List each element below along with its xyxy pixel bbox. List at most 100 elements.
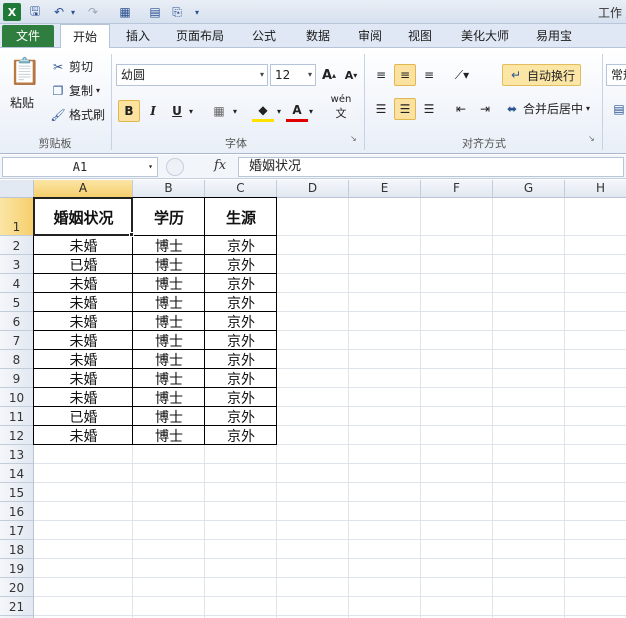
currency-icon[interactable]: ▤ bbox=[608, 98, 626, 120]
align-center-icon[interactable]: ☰ bbox=[394, 98, 416, 120]
table-cell[interactable]: 京外 bbox=[205, 369, 277, 388]
underline-button[interactable]: U bbox=[166, 100, 188, 122]
table-cell[interactable]: 京外 bbox=[205, 350, 277, 369]
border-icon[interactable]: ▦ bbox=[208, 100, 230, 122]
row-header-11[interactable]: 11 bbox=[0, 407, 34, 426]
row-header-21[interactable]: 21 bbox=[0, 597, 34, 616]
row-header-2[interactable]: 2 bbox=[0, 236, 34, 255]
column-header-g[interactable]: G bbox=[493, 180, 565, 198]
row-header-3[interactable]: 3 bbox=[0, 255, 34, 274]
formula-input[interactable]: 婚姻状况 bbox=[238, 157, 624, 177]
worksheet-grid[interactable]: A B C D E F G H 1 2 3 4 5 6 7 8 9 10 11 12 13 14 15 16 17 18 19 20 2… bbox=[0, 180, 626, 618]
dialog-launcher-icon[interactable]: ↘ bbox=[350, 134, 357, 143]
dialog-launcher-icon[interactable]: ↘ bbox=[588, 134, 595, 143]
font-name-select[interactable]: 幼圆 ▾ bbox=[116, 64, 268, 86]
font-color-icon[interactable]: A bbox=[286, 100, 308, 122]
table-cell[interactable]: 博士 bbox=[133, 293, 205, 312]
format-painter-button[interactable]: 🖌 格式刷 bbox=[50, 106, 105, 123]
table-cell[interactable]: 未婚 bbox=[34, 388, 133, 407]
row-header-15[interactable]: 15 bbox=[0, 483, 34, 502]
calculator-icon[interactable]: ▤ bbox=[146, 3, 164, 21]
row-header-7[interactable]: 7 bbox=[0, 331, 34, 350]
table-cell[interactable]: 博士 bbox=[133, 331, 205, 350]
grow-font-button[interactable]: A ▴ bbox=[318, 64, 340, 86]
row-header-14[interactable]: 14 bbox=[0, 464, 34, 483]
table-cell[interactable]: 未婚 bbox=[34, 236, 133, 255]
table-cell[interactable]: 未婚 bbox=[34, 369, 133, 388]
column-header-e[interactable]: E bbox=[349, 180, 421, 198]
excel-app-icon[interactable]: X bbox=[3, 3, 21, 21]
row-header-6[interactable]: 6 bbox=[0, 312, 34, 331]
table-cell[interactable]: 已婚 bbox=[34, 407, 133, 426]
tab-beautify[interactable]: 美化大师 bbox=[452, 24, 518, 48]
customize-qa-icon[interactable]: ▾ bbox=[192, 3, 202, 21]
table-cell[interactable]: 博士 bbox=[133, 426, 205, 445]
wrap-text-button[interactable]: ↵ 自动换行 bbox=[502, 64, 582, 86]
table-cell[interactable]: 未婚 bbox=[34, 350, 133, 369]
tab-page-layout[interactable]: 页面布局 bbox=[168, 24, 232, 48]
column-header-f[interactable]: F bbox=[421, 180, 493, 198]
increase-indent-icon[interactable]: ⇥ bbox=[474, 98, 496, 120]
table-cell[interactable]: 未婚 bbox=[34, 426, 133, 445]
merge-center-button[interactable]: ⬌ 合并后居中 ▾ bbox=[504, 100, 590, 117]
table-cell[interactable]: 京外 bbox=[205, 388, 277, 407]
tab-data[interactable]: 数据 bbox=[296, 24, 340, 48]
align-middle-icon[interactable]: ≡ bbox=[394, 64, 416, 86]
font-size-select[interactable]: 12 ▾ bbox=[270, 64, 316, 86]
align-left-icon[interactable]: ☰ bbox=[370, 98, 392, 120]
row-header-20[interactable]: 20 bbox=[0, 578, 34, 597]
table-cell[interactable]: 京外 bbox=[205, 312, 277, 331]
bold-button[interactable]: B bbox=[118, 100, 140, 122]
table-cell[interactable]: 博士 bbox=[133, 350, 205, 369]
fill-color-icon[interactable]: ◆ bbox=[252, 100, 274, 122]
table-cell[interactable]: 未婚 bbox=[34, 312, 133, 331]
row-header-5[interactable]: 5 bbox=[0, 293, 34, 312]
row-header-19[interactable]: 19 bbox=[0, 559, 34, 578]
align-top-icon[interactable]: ≡ bbox=[370, 64, 392, 86]
name-box[interactable]: A1 ▾ bbox=[2, 157, 158, 177]
align-right-icon[interactable]: ☰ bbox=[418, 98, 440, 120]
row-header-17[interactable]: 17 bbox=[0, 521, 34, 540]
row-header-8[interactable]: 8 bbox=[0, 350, 34, 369]
table-cell[interactable]: 京外 bbox=[205, 293, 277, 312]
fill-dropdown-icon[interactable]: ▾ bbox=[274, 100, 284, 122]
table-cell[interactable]: 京外 bbox=[205, 236, 277, 255]
save-icon[interactable]: 🖫 bbox=[26, 3, 44, 21]
table-cell[interactable]: 京外 bbox=[205, 331, 277, 350]
table-cell[interactable]: 博士 bbox=[133, 312, 205, 331]
formula-bar-grip-icon[interactable] bbox=[166, 158, 184, 176]
table-cell[interactable]: 未婚 bbox=[34, 331, 133, 350]
column-header-h[interactable]: H bbox=[565, 180, 626, 198]
header-cell[interactable]: 学历 bbox=[133, 198, 205, 236]
tab-file[interactable]: 文件 bbox=[2, 25, 54, 47]
copy-button[interactable]: ❐ 复制 ▾ bbox=[50, 82, 100, 99]
table-cell[interactable]: 博士 bbox=[133, 407, 205, 426]
tab-home[interactable]: 开始 bbox=[60, 24, 110, 49]
tab-insert[interactable]: 插入 bbox=[116, 24, 160, 48]
table-cell[interactable]: 博士 bbox=[133, 255, 205, 274]
table-cell[interactable]: 未婚 bbox=[34, 274, 133, 293]
table-cell[interactable]: 未婚 bbox=[34, 293, 133, 312]
border-dropdown-icon[interactable]: ▾ bbox=[230, 100, 240, 122]
table-cell[interactable]: 博士 bbox=[133, 274, 205, 293]
tab-review[interactable]: 审阅 bbox=[348, 24, 392, 48]
table-cell[interactable]: 京外 bbox=[205, 255, 277, 274]
select-all-button[interactable] bbox=[0, 180, 34, 198]
underline-dropdown-icon[interactable]: ▾ bbox=[186, 100, 196, 122]
row-header-1[interactable]: 1 bbox=[0, 198, 34, 236]
phonetic-button[interactable]: wén 文 bbox=[326, 94, 356, 120]
row-header-10[interactable]: 10 bbox=[0, 388, 34, 407]
tab-formulas[interactable]: 公式 bbox=[242, 24, 286, 48]
header-cell[interactable]: 生源 bbox=[205, 198, 277, 236]
row-header-4[interactable]: 4 bbox=[0, 274, 34, 293]
column-header-b[interactable]: B bbox=[133, 180, 205, 198]
table-cell[interactable]: 博士 bbox=[133, 388, 205, 407]
form-icon[interactable]: ▦ bbox=[116, 3, 134, 21]
table-cell[interactable]: 京外 bbox=[205, 426, 277, 445]
tab-easy-use[interactable]: 易用宝 bbox=[528, 24, 580, 48]
table-cell[interactable]: 博士 bbox=[133, 369, 205, 388]
font-color-dropdown-icon[interactable]: ▾ bbox=[306, 100, 316, 122]
cut-button[interactable]: ✂ 剪切 bbox=[50, 58, 93, 75]
shrink-font-button[interactable]: A ▾ bbox=[340, 64, 362, 86]
fill-handle[interactable] bbox=[129, 232, 134, 237]
